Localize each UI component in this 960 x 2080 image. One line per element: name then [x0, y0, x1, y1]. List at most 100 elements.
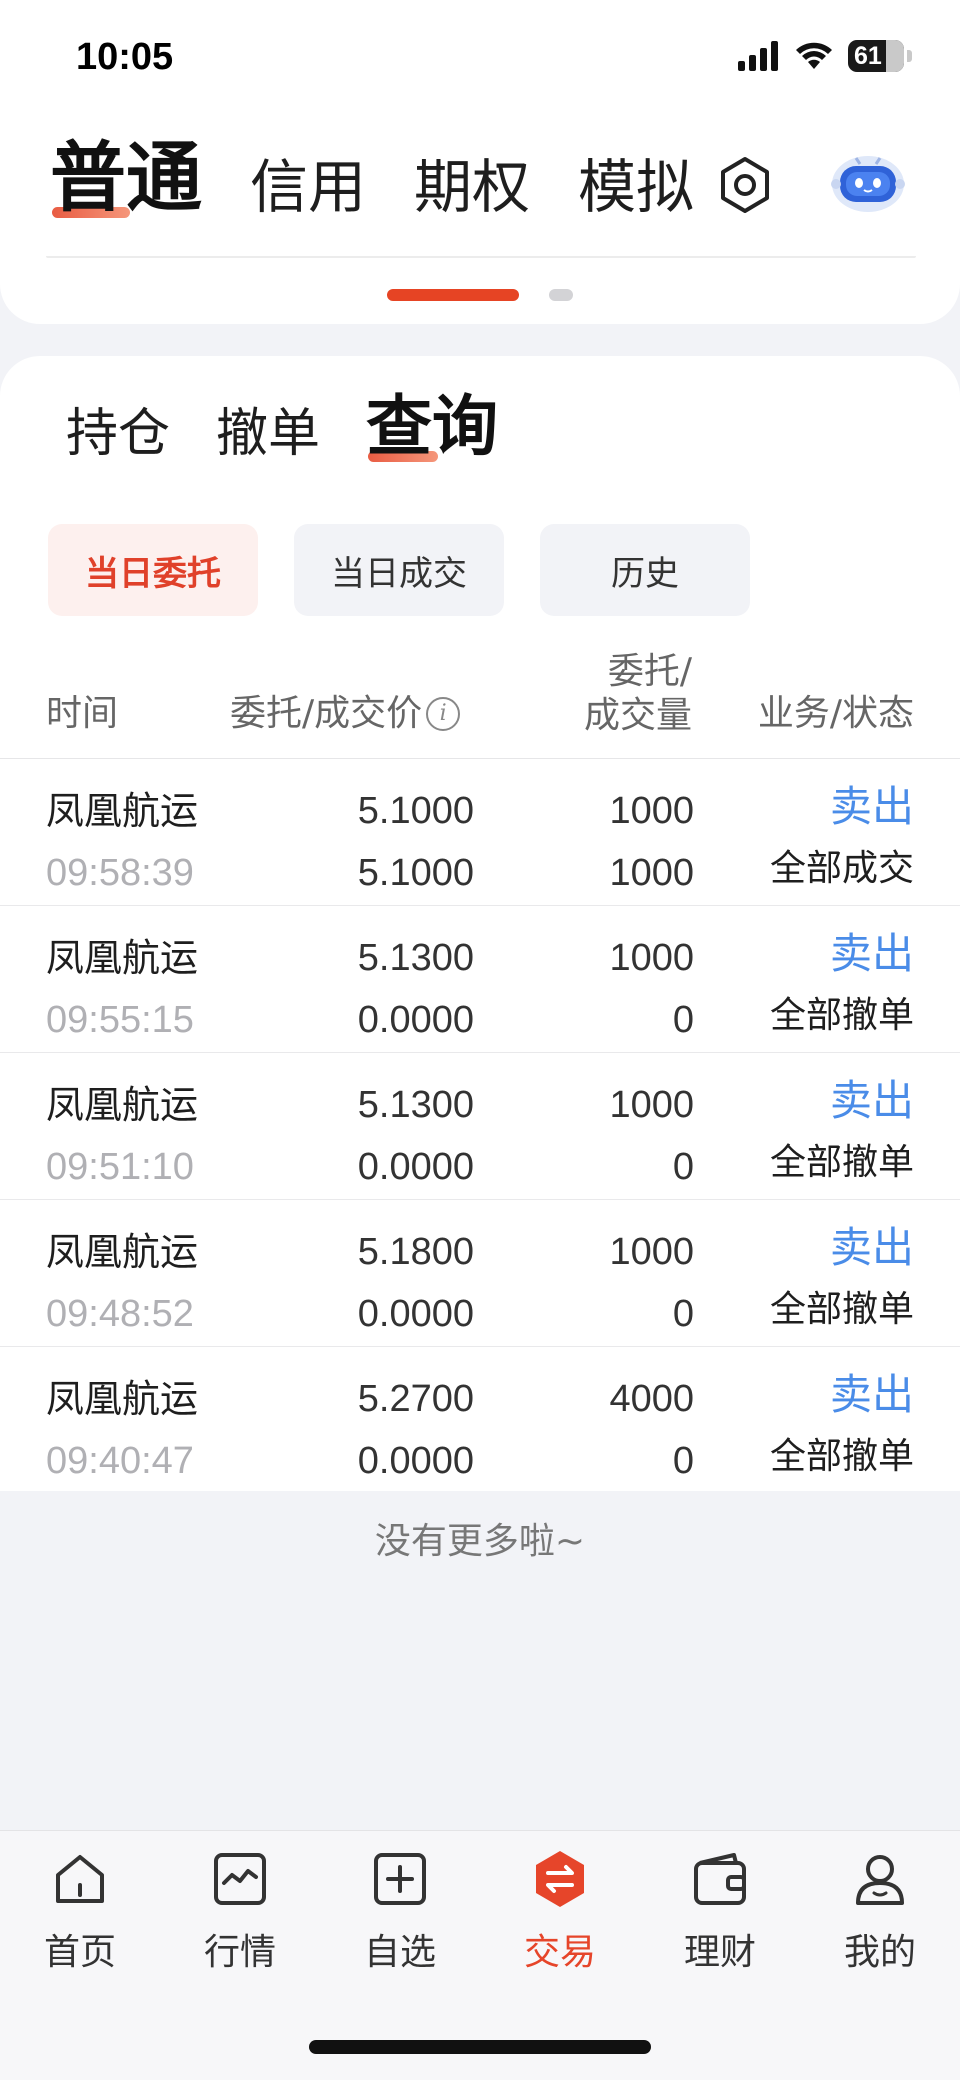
add-icon	[374, 1853, 426, 1905]
profile-icon	[856, 1855, 904, 1905]
table-row[interactable]: 凤凰航运 09:48:52 5.1800 0.0000 1000 0 卖出 全部…	[0, 1200, 960, 1347]
query-filters: 当日委托 当日成交 历史	[48, 524, 750, 616]
nav-market[interactable]: 行情	[160, 1849, 320, 1975]
header-qty: 委托/ 成交量	[552, 650, 692, 738]
info-icon[interactable]: i	[426, 697, 461, 731]
tab-normal[interactable]: 普通	[50, 140, 202, 222]
table-row[interactable]: 凤凰航运 09:55:15 5.1300 0.0000 1000 0 卖出 全部…	[0, 906, 960, 1053]
header-time: 时间	[46, 693, 119, 734]
filter-history[interactable]: 历史	[540, 524, 750, 616]
deal-qty: 0	[672, 1293, 694, 1335]
settings-icon[interactable]	[716, 156, 774, 214]
robot-assistant-icon[interactable]	[826, 150, 910, 216]
order-price: 5.1300	[357, 937, 474, 979]
nav-trade[interactable]: 交易	[480, 1849, 640, 1975]
stock-name: 凤凰航运	[46, 1377, 199, 1421]
header-price: 委托/成交价 i	[230, 692, 461, 736]
tab-options[interactable]: 期权	[414, 158, 530, 222]
stock-name: 凤凰航运	[46, 1083, 199, 1127]
table-row[interactable]: 凤凰航运 09:51:10 5.1300 0.0000 1000 0 卖出 全部…	[0, 1053, 960, 1200]
header-status: 业务/状态	[757, 693, 914, 734]
nav-home[interactable]: 首页	[0, 1849, 160, 1975]
status-icons: 61	[738, 40, 912, 72]
order-qty: 1000	[609, 1084, 694, 1126]
tab-cancel-order[interactable]: 撤单	[216, 408, 320, 468]
page-indicator	[387, 289, 573, 301]
wallet-icon	[694, 1853, 746, 1905]
home-indicator[interactable]	[309, 2040, 651, 2054]
order-price: 5.1300	[357, 1084, 474, 1126]
nav-label: 自选	[363, 1932, 436, 1973]
tab-simulation[interactable]: 模拟	[578, 158, 694, 222]
account-tabs: 普通 信用 期权 模拟	[50, 140, 742, 222]
table-row[interactable]: 凤凰航运 09:40:47 5.2700 0.0000 4000 0 卖出 全部…	[0, 1347, 960, 1491]
page-dot	[549, 289, 573, 301]
orders-card: 持仓 撤单 查询 当日委托 当日成交 历史 时间 委托/成交价 i 委托/ 成交…	[0, 356, 960, 1491]
filter-today-deals[interactable]: 当日成交	[294, 524, 504, 616]
stock-name: 凤凰航运	[46, 936, 199, 980]
order-side: 卖出	[829, 929, 914, 978]
orders-list: 凤凰航运 09:58:39 5.1000 5.1000 1000 1000 卖出…	[0, 759, 960, 1491]
header-qty-line1: 委托/	[607, 651, 692, 692]
nav-label: 交易	[523, 1932, 596, 1973]
table-header: 时间 委托/成交价 i 委托/ 成交量 业务/状态	[0, 651, 960, 759]
deal-qty: 1000	[609, 852, 694, 894]
order-state: 全部撤单	[769, 1289, 914, 1330]
header-qty-line2: 成交量	[583, 695, 692, 736]
order-qty: 1000	[609, 790, 694, 832]
nav-label: 行情	[203, 1932, 276, 1973]
deal-price: 5.1000	[357, 852, 474, 894]
deal-qty: 0	[672, 999, 694, 1041]
status-time: 10:05	[76, 36, 174, 78]
order-time: 09:40:47	[46, 1440, 194, 1482]
battery-level: 61	[854, 41, 882, 70]
chart-icon	[214, 1853, 266, 1905]
nav-profile[interactable]: 我的	[800, 1849, 960, 1975]
order-qty: 1000	[609, 1231, 694, 1273]
home-icon	[56, 1855, 104, 1903]
order-side: 卖出	[829, 1076, 914, 1125]
page-dot-active	[387, 289, 519, 301]
order-qty: 1000	[609, 937, 694, 979]
tab-label: 查询	[366, 388, 499, 465]
trade-sub-tabs: 持仓 撤单 查询	[66, 394, 544, 468]
no-more-text: 没有更多啦~	[374, 1521, 586, 1562]
wifi-icon	[796, 42, 832, 69]
order-qty: 4000	[609, 1378, 694, 1420]
tab-credit[interactable]: 信用	[250, 158, 366, 222]
order-time: 09:55:15	[46, 999, 194, 1041]
order-price: 5.1800	[357, 1231, 474, 1273]
tab-label: 普通	[50, 133, 202, 222]
signal-icon	[738, 41, 778, 71]
table-row[interactable]: 凤凰航运 09:58:39 5.1000 5.1000 1000 1000 卖出…	[0, 759, 960, 906]
order-side: 卖出	[829, 782, 914, 831]
nav-wealth[interactable]: 理财	[640, 1849, 800, 1975]
order-state: 全部撤单	[769, 1436, 914, 1477]
deal-qty: 0	[672, 1440, 694, 1482]
deal-price: 0.0000	[357, 1440, 474, 1482]
deal-price: 0.0000	[357, 999, 474, 1041]
order-time: 09:48:52	[46, 1293, 194, 1335]
order-state: 全部撤单	[769, 1142, 914, 1183]
order-time: 09:51:10	[46, 1146, 194, 1188]
filter-today-orders[interactable]: 当日委托	[48, 524, 258, 616]
stock-name: 凤凰航运	[46, 789, 199, 833]
deal-price: 0.0000	[357, 1146, 474, 1188]
status-bar: 10:05 61	[0, 0, 960, 120]
order-side: 卖出	[829, 1223, 914, 1272]
order-side: 卖出	[829, 1370, 914, 1419]
deal-price: 0.0000	[357, 1293, 474, 1335]
nav-label: 我的	[843, 1932, 916, 1973]
order-time: 09:58:39	[46, 852, 194, 894]
tab-positions[interactable]: 持仓	[66, 408, 170, 468]
trade-icon	[536, 1851, 584, 1907]
tab-query[interactable]: 查询	[366, 394, 498, 468]
battery-icon: 61	[848, 40, 904, 72]
stock-name: 凤凰航运	[46, 1230, 199, 1274]
order-price: 5.2700	[357, 1378, 474, 1420]
header-price-label: 委托/成交价	[230, 693, 423, 734]
order-state: 全部成交	[769, 848, 914, 889]
order-state: 全部撤单	[769, 995, 914, 1036]
nav-label: 首页	[43, 1932, 116, 1973]
nav-watchlist[interactable]: 自选	[320, 1849, 480, 1975]
